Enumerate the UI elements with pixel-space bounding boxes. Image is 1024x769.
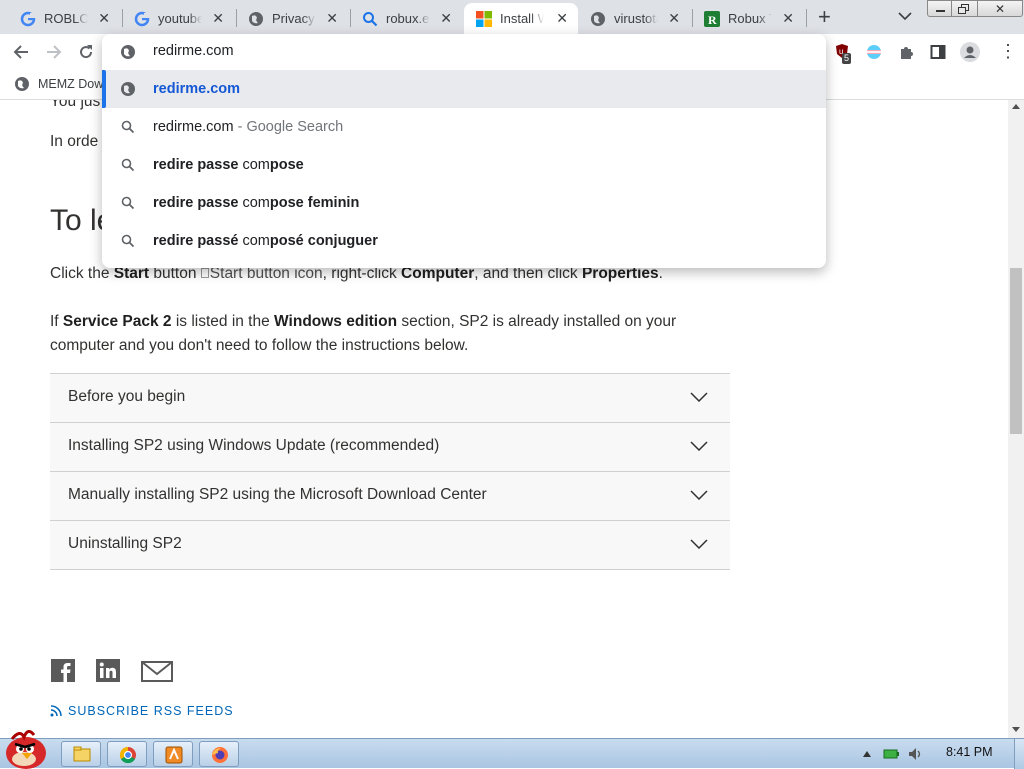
minimize-button[interactable] xyxy=(927,0,952,17)
profile-avatar-icon[interactable] xyxy=(960,42,980,62)
angry-bird-start-icon[interactable] xyxy=(2,729,52,769)
volume-tray-icon[interactable] xyxy=(907,746,923,762)
suggestion-item[interactable]: redirme.com xyxy=(102,70,826,108)
taskbar-app-button[interactable] xyxy=(153,741,193,767)
window-controls: ✕ xyxy=(927,0,1024,18)
rss-subscribe-link[interactable]: SUBSCRIBE RSS FEEDS xyxy=(50,704,234,718)
search-icon xyxy=(121,158,135,172)
search-icon xyxy=(363,12,378,27)
accordion-download-center[interactable]: Manually installing SP2 using the Micros… xyxy=(50,471,730,520)
reload-icon[interactable] xyxy=(78,44,94,60)
tab-title: Robux To xyxy=(728,11,772,26)
folder-icon xyxy=(73,746,91,762)
windows-taskbar: 8:41 PM xyxy=(0,730,1024,769)
close-tab-icon[interactable]: ✕ xyxy=(212,10,224,26)
linkedin-icon[interactable] xyxy=(96,659,120,682)
rss-icon xyxy=(50,705,62,717)
chevron-down-icon xyxy=(690,441,708,451)
app-icon xyxy=(165,746,183,764)
tab-title: Install W xyxy=(500,11,544,26)
clock[interactable]: 8:41 PM xyxy=(946,745,993,759)
tab-title: ROBLOX xyxy=(44,11,88,26)
tab-title: virustota xyxy=(614,11,658,26)
chevron-down-icon xyxy=(690,392,708,402)
address-bar[interactable]: redirme.com xyxy=(102,34,826,70)
chrome-icon xyxy=(119,746,136,764)
scroll-up-arrow-icon[interactable] xyxy=(1012,104,1020,109)
scrollbar-thumb[interactable] xyxy=(1010,268,1022,434)
tab-strip: ROBLOX ✕ youtube ✕ Privacy e ✕ robux.ex … xyxy=(0,0,1024,34)
search-icon xyxy=(121,196,135,210)
tab-install-windows[interactable]: Install W ✕ xyxy=(464,3,578,34)
chevron-down-icon xyxy=(690,490,708,500)
tab-robux-ex[interactable]: robux.ex ✕ xyxy=(342,3,462,34)
back-arrow-icon[interactable] xyxy=(13,44,29,60)
globe-icon xyxy=(249,12,263,26)
tab-title: youtube xyxy=(158,11,202,26)
extension-badge: 5 xyxy=(842,53,852,64)
side-panel-icon[interactable] xyxy=(930,44,946,60)
suggestion-item[interactable]: redirme.com - Google Search xyxy=(102,108,826,146)
tray-expand-icon[interactable] xyxy=(862,749,872,759)
accordion-before-you-begin[interactable]: Before you begin xyxy=(50,373,730,422)
paragraph-sp2: If Service Pack 2 is listed in the Windo… xyxy=(50,313,677,354)
globe-icon xyxy=(121,45,135,59)
close-tab-icon[interactable]: ✕ xyxy=(782,10,794,26)
show-desktop-button[interactable] xyxy=(1014,739,1024,769)
google-g-icon xyxy=(134,11,150,27)
forward-arrow-icon[interactable] xyxy=(46,44,62,60)
close-tab-icon[interactable]: ✕ xyxy=(326,10,338,26)
page-scrollbar[interactable] xyxy=(1008,100,1024,738)
globe-icon xyxy=(15,77,29,91)
restore-button[interactable] xyxy=(952,0,978,17)
tab-roblox[interactable]: ROBLOX ✕ xyxy=(0,3,120,34)
taskbar-chrome-button[interactable] xyxy=(107,741,147,767)
close-tab-icon[interactable]: ✕ xyxy=(440,10,452,26)
suggestion-item[interactable]: redire passé composé conjuguer xyxy=(102,222,826,260)
google-g-icon xyxy=(20,11,36,27)
bookmark-memz[interactable]: MEMZ Dow xyxy=(14,76,103,92)
facebook-icon[interactable] xyxy=(51,659,75,682)
tab-search-chevron-icon[interactable] xyxy=(898,11,912,21)
taskbar-explorer-button[interactable] xyxy=(61,741,101,767)
close-tab-icon[interactable]: ✕ xyxy=(668,10,680,26)
svg-text:R: R xyxy=(708,13,717,27)
search-icon xyxy=(121,234,135,248)
kebab-menu-icon[interactable]: ⋮ xyxy=(999,42,1017,60)
ublock-extension-icon[interactable]: u 5 xyxy=(834,43,852,64)
bookmark-label: MEMZ Dow xyxy=(38,77,104,91)
address-input[interactable]: redirme.com xyxy=(153,43,234,59)
tab-virustotal[interactable]: virustota ✕ xyxy=(570,3,690,34)
close-window-button[interactable]: ✕ xyxy=(978,0,1023,17)
power-tray-icon[interactable] xyxy=(883,746,899,762)
tab-title: Privacy e xyxy=(272,11,316,26)
close-tab-icon[interactable]: ✕ xyxy=(556,10,568,26)
taskbar-firefox-button[interactable] xyxy=(199,741,239,767)
tab-robux-to[interactable]: R Robux To ✕ xyxy=(684,3,804,34)
accordion-uninstalling[interactable]: Uninstalling SP2 xyxy=(50,520,730,570)
windows-logo-icon xyxy=(476,11,492,27)
suggestion-item[interactable]: redire passe compose xyxy=(102,146,826,184)
flag-extension-icon[interactable] xyxy=(866,44,882,60)
chevron-down-icon xyxy=(690,539,708,549)
tab-privacy[interactable]: Privacy e ✕ xyxy=(228,3,348,34)
close-tab-icon[interactable]: ✕ xyxy=(98,10,110,26)
partial-text: You jus xyxy=(50,100,101,110)
scroll-down-arrow-icon[interactable] xyxy=(1012,727,1020,732)
r-logo-icon: R xyxy=(704,11,720,27)
tab-youtube[interactable]: youtube ✕ xyxy=(114,3,234,34)
tab-title: robux.ex xyxy=(386,11,430,26)
puzzle-extensions-icon[interactable] xyxy=(898,44,914,60)
partial-text: In orde xyxy=(50,133,99,150)
omnibox-dropdown: redirme.com redirme.com redirme.com - Go… xyxy=(102,34,826,268)
mail-icon[interactable] xyxy=(141,661,173,682)
search-icon xyxy=(121,120,135,134)
new-tab-button[interactable]: + xyxy=(818,4,831,30)
accordion-windows-update[interactable]: Installing SP2 using Windows Update (rec… xyxy=(50,422,730,471)
rss-label: SUBSCRIBE RSS FEEDS xyxy=(68,704,234,718)
firefox-icon xyxy=(212,747,228,763)
globe-icon xyxy=(121,82,135,96)
globe-icon xyxy=(591,12,605,26)
suggestion-item[interactable]: redire passe compose feminin xyxy=(102,184,826,222)
